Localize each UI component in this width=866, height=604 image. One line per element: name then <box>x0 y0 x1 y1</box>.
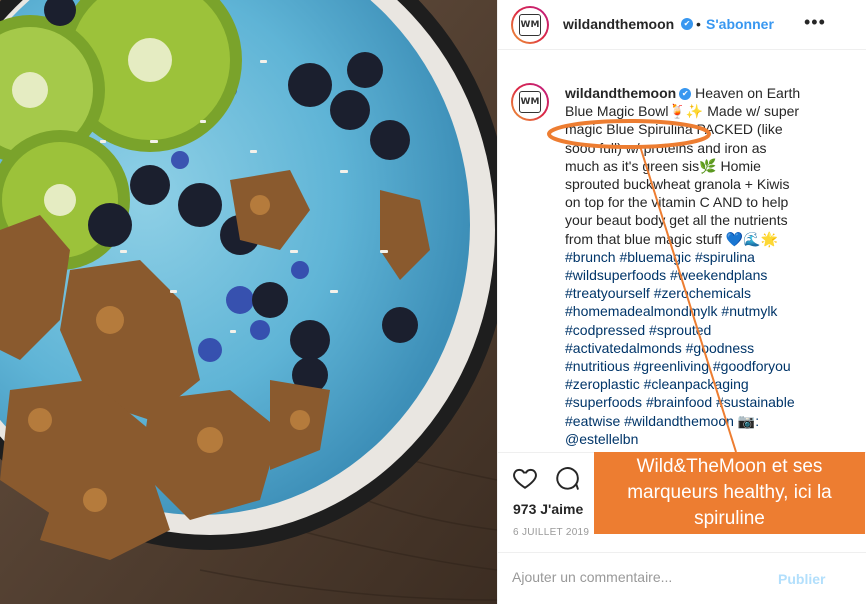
caption-line: sooo full) w/ proteins and iron as <box>565 139 815 157</box>
caption-line: #nutritious #greenliving #goodforyou <box>565 357 815 375</box>
caption-text: Heaven on Earth <box>691 85 801 101</box>
hashtag-line[interactable]: #eatwise #wildandthemoon 📷: <box>565 413 759 429</box>
brand-logo: WM <box>519 14 541 36</box>
publish-button[interactable]: Publier <box>778 571 825 587</box>
hashtag-line[interactable]: #homemadealmondmylk #nutmylk <box>565 303 777 319</box>
caption-line: from that blue magic stuff 💙🌊🌟 <box>565 230 815 248</box>
caption-text: Blue Magic Bowl🍹✨ Made w/ super <box>565 103 800 120</box>
separator-dot: • <box>696 16 701 32</box>
hashtag-line[interactable]: #activatedalmonds #goodness <box>565 340 754 356</box>
caption-text: sprouted buckwheat granola + Kiwis <box>565 176 790 193</box>
smoothie-bowl-image <box>0 0 497 604</box>
caption-line: #brunch #bluemagic #spirulina <box>565 248 815 266</box>
comment-icon[interactable] <box>554 465 580 491</box>
post-caption: wildandthemoon ✔ Heaven on Earth Blue Magi… <box>565 84 815 448</box>
brand-logo: WM <box>519 91 541 113</box>
caption-line: @estellelbn <box>565 430 815 448</box>
caption-line: on top for the vitamin C AND to help <box>565 193 815 211</box>
hashtag-line[interactable]: @estellelbn <box>565 431 638 447</box>
hashtag-line[interactable]: #treatyourself #zerochemicals <box>565 285 751 301</box>
hashtag-line[interactable]: #zeroplastic #cleanpackaging <box>565 376 749 392</box>
hashtag-line[interactable]: #nutritious #greenliving #goodforyou <box>565 358 791 374</box>
annotation-callout: Wild&TheMoon et ses marqueurs healthy, i… <box>594 452 865 534</box>
avatar[interactable]: WM <box>511 6 549 44</box>
more-options-icon[interactable]: ••• <box>804 12 826 33</box>
post-header: WM wildandthemoon ✔ • S'abonner ••• <box>498 0 866 50</box>
likes-count[interactable]: 973 J'aime <box>513 501 583 517</box>
comment-input[interactable] <box>512 569 762 585</box>
caption-text: on top for the vitamin C AND to help <box>565 194 789 211</box>
caption-text: sooo full) w/ proteins and iron as <box>565 139 767 156</box>
verified-icon: ✔ <box>681 18 693 30</box>
caption-text: much as it's green sis🌿 Homie <box>565 157 761 174</box>
caption-line: much as it's green sis🌿 Homie <box>565 157 815 175</box>
caption-line: #wildsuperfoods #weekendplans <box>565 266 815 284</box>
caption-line: #codpressed #sprouted <box>565 321 815 339</box>
caption-line: #eatwise #wildandthemoon 📷: <box>565 412 815 430</box>
caption-line: #treatyourself #zerochemicals <box>565 284 815 302</box>
caption-line: #activatedalmonds #goodness <box>565 339 815 357</box>
caption-line: your beaut body get all the nutrients <box>565 211 815 229</box>
caption-line: Blue Magic Bowl🍹✨ Made w/ super <box>565 102 815 120</box>
hashtag-line[interactable]: #brunch #bluemagic #spirulina <box>565 249 755 265</box>
caption-line: #superfoods #brainfood #sustainable <box>565 393 815 411</box>
caption-text: your beaut body get all the nutrients <box>565 212 788 229</box>
caption-text: magic Blue Spirulina PACKED (like <box>565 121 783 138</box>
caption-line: sprouted buckwheat granola + Kiwis <box>565 175 815 193</box>
caption-line: wildandthemoon ✔ Heaven on Earth <box>565 84 815 102</box>
caption-section[interactable]: WM wildandthemoon ✔ Heaven on Earth Blue M… <box>498 70 866 452</box>
heart-icon[interactable] <box>512 465 538 491</box>
hashtag-line[interactable]: #codpressed #sprouted <box>565 322 711 338</box>
caption-text: from that blue magic stuff 💙🌊🌟 <box>565 230 779 247</box>
post-photo[interactable] <box>0 0 497 604</box>
caption-avatar[interactable]: WM <box>511 83 549 121</box>
hashtag-line[interactable]: #wildsuperfoods #weekendplans <box>565 267 767 283</box>
hashtag-line[interactable]: #superfoods #brainfood #sustainable <box>565 394 795 410</box>
caption-line: #zeroplastic #cleanpackaging <box>565 375 815 393</box>
follow-button[interactable]: S'abonner <box>706 16 774 32</box>
post-date: 6 JUILLET 2019 <box>513 527 590 538</box>
caption-line: #homemadealmondmylk #nutmylk <box>565 302 815 320</box>
verified-icon: ✔ <box>679 88 692 101</box>
caption-line: magic Blue Spirulina PACKED (like <box>565 120 815 138</box>
caption-username[interactable]: wildandthemoon <box>565 85 676 101</box>
comment-bar: Publier <box>498 552 866 604</box>
username-link[interactable]: wildandthemoon <box>563 16 674 32</box>
